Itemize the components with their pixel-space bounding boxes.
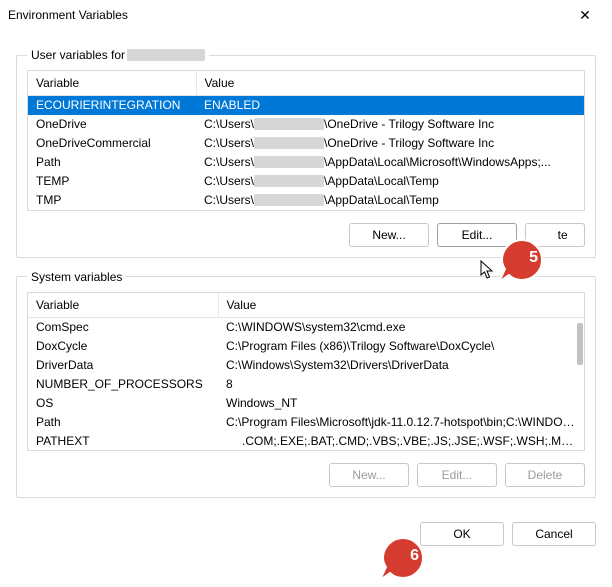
user-delete-button[interactable]: Dete	[525, 223, 585, 247]
user-variables-table[interactable]: Variable Value ECOURIERINTEGRATION ENABL…	[28, 71, 584, 210]
table-row[interactable]: NUMBER_OF_PROCESSORS8	[28, 374, 584, 393]
system-variables-legend: System variables	[27, 270, 126, 284]
col-header-variable[interactable]: Variable	[28, 71, 196, 96]
cell-var: ECOURIERINTEGRATION	[28, 96, 196, 115]
cell-val: C:\Users\\AppData\Local\Temp	[196, 191, 584, 210]
cancel-button[interactable]: Cancel	[512, 522, 596, 546]
system-variables-group: System variables Variable Value ComSpecC…	[16, 270, 596, 499]
delete-partial: te	[558, 228, 568, 242]
cell-val: C:\Users\\OneDrive - Trilogy Software In…	[196, 115, 584, 134]
table-row[interactable]: PATHEXT.COM;.EXE;.BAT;.CMD;.VBS;.VBE;.JS…	[28, 431, 584, 450]
col-header-value[interactable]: Value	[218, 293, 584, 318]
table-row[interactable]: DoxCycleC:\Program Files (x86)\Trilogy S…	[28, 336, 584, 355]
cell-val: 8	[218, 374, 584, 393]
cell-var: Path	[28, 153, 196, 172]
user-variables-legend: User variables for	[27, 48, 209, 62]
table-row[interactable]: DriverDataC:\Windows\System32\Drivers\Dr…	[28, 355, 584, 374]
cell-var: OS	[28, 393, 218, 412]
user-edit-button[interactable]: Edit...	[437, 223, 517, 247]
dialog-button-row: OK Cancel	[0, 506, 612, 556]
table-row[interactable]: Path C:\Users\\AppData\Local\Microsoft\W…	[28, 153, 584, 172]
user-variables-group: User variables for Variable Value ECOURI…	[16, 48, 596, 258]
dialog-content: User variables for Variable Value ECOURI…	[0, 30, 612, 498]
cell-var: OneDriveCommercial	[28, 134, 196, 153]
window-title: Environment Variables	[8, 8, 128, 22]
redacted-text	[254, 118, 324, 130]
titlebar: Environment Variables ✕	[0, 0, 612, 30]
table-row[interactable]: TMP C:\Users\\AppData\Local\Temp	[28, 191, 584, 210]
system-edit-button[interactable]: Edit...	[417, 463, 497, 487]
cell-var: NUMBER_OF_PROCESSORS	[28, 374, 218, 393]
table-row[interactable]: OneDriveCommercial C:\Users\\OneDrive - …	[28, 134, 584, 153]
table-row[interactable]: TEMP C:\Users\\AppData\Local\Temp	[28, 172, 584, 191]
cell-val: C:\Users\\AppData\Local\Temp	[196, 172, 584, 191]
redacted-text	[254, 194, 324, 206]
cell-var: TMP	[28, 191, 196, 210]
ok-button[interactable]: OK	[420, 522, 504, 546]
cell-var: TEMP	[28, 172, 196, 191]
system-variables-table-wrap: Variable Value ComSpecC:\WINDOWS\system3…	[27, 292, 585, 452]
table-row[interactable]: OneDrive C:\Users\\OneDrive - Trilogy So…	[28, 115, 584, 134]
cell-val: C:\Program Files\Microsoft\jdk-11.0.12.7…	[218, 412, 584, 431]
table-row[interactable]: OSWindows_NT	[28, 393, 584, 412]
system-delete-button[interactable]: Delete	[505, 463, 585, 487]
scrollbar-thumb[interactable]	[577, 323, 583, 365]
cell-val: C:\Users\\OneDrive - Trilogy Software In…	[196, 134, 584, 153]
cell-val: C:\Windows\System32\Drivers\DriverData	[218, 355, 584, 374]
close-icon[interactable]: ✕	[570, 7, 600, 24]
redacted-text	[254, 137, 324, 149]
user-variables-table-wrap: Variable Value ECOURIERINTEGRATION ENABL…	[27, 70, 585, 211]
cell-val: C:\Users\\AppData\Local\Microsoft\Window…	[196, 153, 584, 172]
system-new-button[interactable]: New...	[329, 463, 409, 487]
legend-prefix: User variables for	[31, 48, 125, 62]
redacted-username	[127, 49, 205, 61]
cell-var: ComSpec	[28, 317, 218, 336]
cell-var: OneDrive	[28, 115, 196, 134]
cell-val: C:\Program Files (x86)\Trilogy Software\…	[218, 336, 584, 355]
cell-val: Windows_NT	[218, 393, 584, 412]
cell-val: .COM;.EXE;.BAT;.CMD;.VBS;.VBE;.JS;.JSE;.…	[218, 431, 584, 450]
redacted-text	[254, 175, 324, 187]
col-header-value[interactable]: Value	[196, 71, 584, 96]
cell-var: Path	[28, 412, 218, 431]
redacted-text	[254, 156, 324, 168]
cell-val: ENABLED	[196, 96, 584, 115]
system-variables-table[interactable]: Variable Value ComSpecC:\WINDOWS\system3…	[28, 293, 584, 451]
cell-val: C:\WINDOWS\system32\cmd.exe	[218, 317, 584, 336]
table-row[interactable]: ECOURIERINTEGRATION ENABLED	[28, 96, 584, 115]
user-button-row: New... Edit... Dete	[27, 223, 585, 247]
cell-var: DriverData	[28, 355, 218, 374]
table-row[interactable]: PathC:\Program Files\Microsoft\jdk-11.0.…	[28, 412, 584, 431]
cell-var: PATHEXT	[28, 431, 218, 450]
user-new-button[interactable]: New...	[349, 223, 429, 247]
col-header-variable[interactable]: Variable	[28, 293, 218, 318]
system-button-row: New... Edit... Delete	[27, 463, 585, 487]
table-header-row: Variable Value	[28, 293, 584, 318]
table-header-row: Variable Value	[28, 71, 584, 96]
table-row[interactable]: ComSpecC:\WINDOWS\system32\cmd.exe	[28, 317, 584, 336]
cell-var: DoxCycle	[28, 336, 218, 355]
